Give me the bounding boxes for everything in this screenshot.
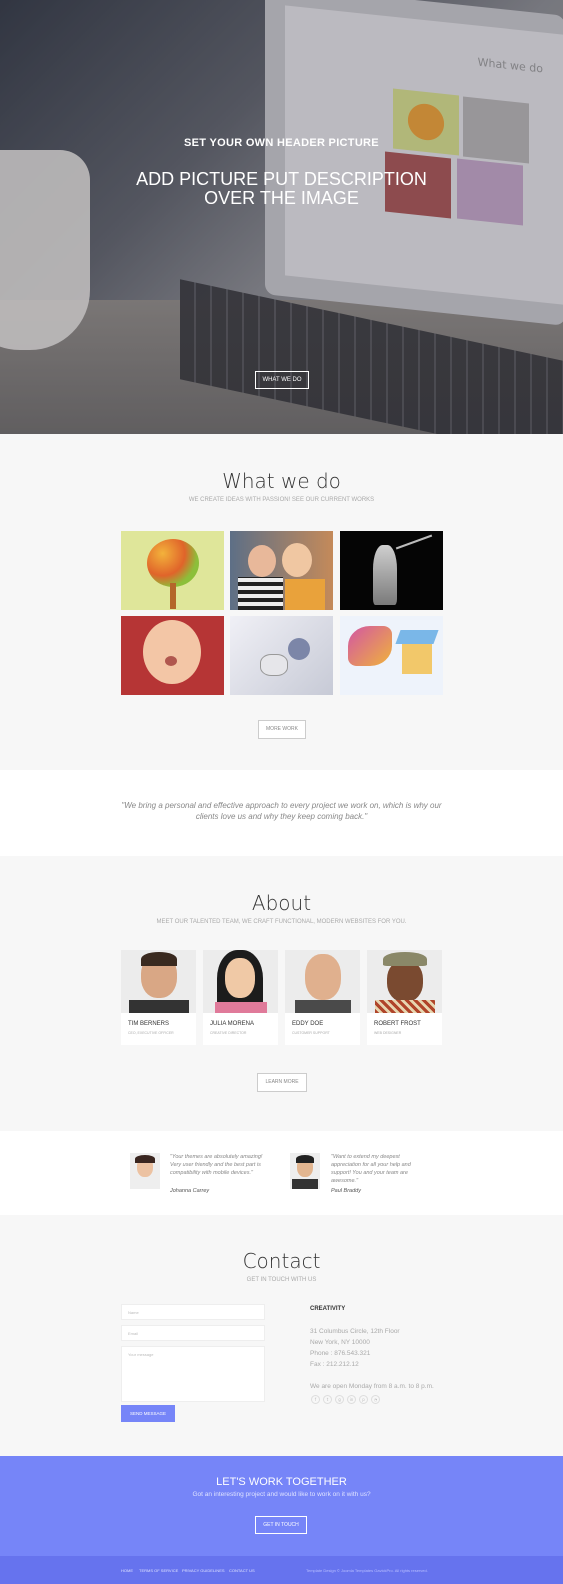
testimonial-author: Paul Braddy [331, 1188, 361, 1194]
opening-hours: We are open Monday from 8 a.m. to 8 p.m. [310, 1383, 434, 1390]
footer-link-terms[interactable]: TERMS OF SERVICE [139, 1568, 178, 1573]
facebook-icon[interactable]: f [311, 1395, 320, 1404]
about-tagline: MEET OUR TALENTED TEAM, WE CRAFT FUNCTIO… [156, 919, 407, 925]
footer-link-privacy[interactable]: PRIVACY GUIDELINES [182, 1568, 225, 1573]
footer-link-contact[interactable]: CONTACT US [229, 1568, 255, 1573]
contact-tagline: GET IN TOUCH WITH US [246, 1277, 317, 1283]
cta-title: LET'S WORK TOGETHER [216, 1476, 347, 1488]
footer [0, 1556, 563, 1584]
hero-title-line: ADD PICTURE PUT DESCRIPTION [136, 169, 427, 189]
pinterest-icon[interactable]: p [359, 1395, 368, 1404]
hero-title: ADD PICTURE PUT DESCRIPTION OVER THE IMA… [0, 170, 563, 208]
work-image-astronaut[interactable] [230, 616, 333, 695]
team-name: TIM BERNERS [128, 1021, 170, 1027]
team-photo [203, 950, 278, 1013]
phone-number: Phone : 876.543.321 [310, 1350, 371, 1357]
work-image-bird[interactable] [340, 616, 443, 695]
work-tagline: WE CREATE IDEAS WITH PASSION! SEE OUR CU… [188, 497, 375, 503]
what-we-do-button[interactable]: WHAT WE DO [255, 371, 309, 389]
quote-text: "We bring a personal and effective appro… [121, 801, 442, 821]
address-line: New York, NY 10000 [310, 1339, 370, 1346]
team-photo [285, 950, 360, 1013]
fax-number: Fax : 212.212.12 [310, 1361, 359, 1368]
team-role: CREATIVE DIRECTOR [210, 1031, 247, 1035]
more-work-button[interactable]: MORE WORK [258, 720, 306, 739]
company-name: CREATIVITY [310, 1306, 346, 1312]
hero-title-line: OVER THE IMAGE [204, 188, 359, 208]
google-plus-icon[interactable]: g [335, 1395, 344, 1404]
send-message-button[interactable]: SEND MESSAGE [121, 1405, 175, 1422]
get-in-touch-button[interactable]: GET IN TOUCH [255, 1516, 307, 1534]
address-line: 31 Columbus Circle, 12th Floor [310, 1328, 400, 1335]
quote-section: "We bring a personal and effective appro… [0, 770, 563, 856]
team-photo [367, 950, 442, 1013]
team-role: CEO, EXECUTIVE OFFICER [128, 1031, 174, 1035]
work-image-friends[interactable] [230, 531, 333, 610]
testimonial-avatar [130, 1153, 160, 1189]
cta-section: LET'S WORK TOGETHER Got an interesting p… [0, 1456, 563, 1556]
team-card[interactable]: TIM BERNERS CEO, EXECUTIVE OFFICER [121, 950, 196, 1045]
team-card[interactable]: ROBERT FROST WEB DESIGNER [367, 950, 442, 1045]
work-title: What we do [222, 469, 341, 493]
copyright: Template Design © Joomla Templates Gavic… [306, 1568, 428, 1573]
team-name: ROBERT FROST [374, 1021, 421, 1027]
team-photo [121, 950, 196, 1013]
name-field[interactable]: Name [121, 1304, 265, 1320]
team-role: WEB DESIGNER [374, 1031, 402, 1035]
cta-subtitle: Got an interesting project and would lik… [192, 1491, 371, 1498]
hero-subtitle: SET YOUR OWN HEADER PICTURE [184, 137, 379, 149]
email-field[interactable]: Email [121, 1325, 265, 1341]
hero-section: What we do SET YOUR OWN HEADER PICTURE A… [0, 0, 563, 434]
testimonial-avatar [290, 1153, 320, 1189]
team-name: JULIA MORENA [210, 1021, 255, 1027]
team-card[interactable]: JULIA MORENA CREATIVE DIRECTOR [203, 950, 278, 1045]
footer-link-home[interactable]: HOME [121, 1568, 133, 1573]
team-name: EDDY DOE [292, 1021, 324, 1027]
twitter-icon[interactable]: t [323, 1395, 332, 1404]
message-field[interactable]: Your message [121, 1346, 265, 1402]
testimonial-quote: "Your themes are absolutely amazing! Ver… [170, 1154, 263, 1176]
rss-icon[interactable]: ◔ [371, 1395, 380, 1404]
learn-more-button[interactable]: LEARN MORE [257, 1073, 307, 1092]
work-image-tree[interactable] [121, 531, 224, 610]
contact-title: Contact [242, 1249, 321, 1273]
work-image-child[interactable] [121, 616, 224, 695]
testimonial-quote: "Want to extend my deepest appreciation … [331, 1154, 411, 1184]
linkedin-icon[interactable]: in [347, 1395, 356, 1404]
testimonial-author: Johanna Carrey [170, 1188, 210, 1194]
team-card[interactable]: EDDY DOE CUSTOMER SUPPORT [285, 950, 360, 1045]
work-image-golfer[interactable] [340, 531, 443, 610]
about-title: About [251, 891, 312, 915]
team-role: CUSTOMER SUPPORT [292, 1031, 330, 1035]
testimonials-section: "Your themes are absolutely amazing! Ver… [0, 1131, 563, 1215]
